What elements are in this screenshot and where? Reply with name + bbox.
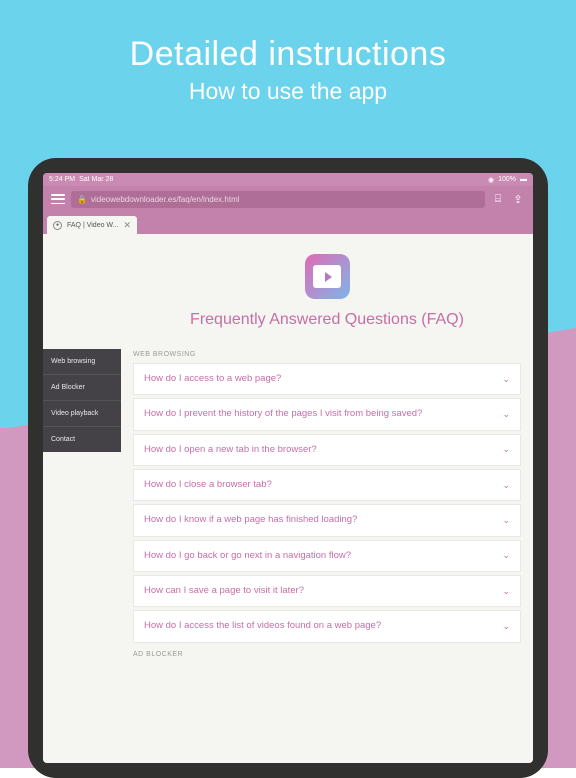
battery-text: 100% [498, 176, 516, 183]
url-text: videowebdownloader.es/faq/en/index.html [91, 195, 240, 204]
sidebar: Web browsing Ad Blocker Video playback C… [43, 234, 121, 763]
faq-item[interactable]: How do I access to a web page? ⌄ [133, 363, 521, 395]
browser-toolbar: 🔒 videowebdownloader.es/faq/en/index.htm… [43, 186, 533, 212]
faq-question: How do I know if a web page has finished… [144, 514, 365, 526]
page-content: Web browsing Ad Blocker Video playback C… [43, 234, 533, 763]
faq-item[interactable]: How do I know if a web page has finished… [133, 504, 521, 536]
tab-favicon: ● [53, 221, 62, 230]
chevron-down-icon: ⌄ [502, 480, 510, 491]
faq-item[interactable]: How do I access the list of videos found… [133, 610, 521, 642]
lock-icon: 🔒 [77, 195, 87, 204]
close-icon[interactable]: ✕ [124, 220, 132, 231]
faq-question: How do I open a new tab in the browser? [144, 444, 325, 456]
section-heading-web-browsing: WEB BROWSING [133, 351, 521, 358]
menu-icon[interactable] [51, 194, 65, 204]
promo-header: Detailed instructions How to use the app [0, 35, 576, 105]
url-bar[interactable]: 🔒 videowebdownloader.es/faq/en/index.htm… [71, 191, 485, 208]
faq-question: How do I go back or go next in a navigat… [144, 550, 359, 562]
chevron-down-icon: ⌄ [502, 621, 510, 632]
chevron-down-icon: ⌄ [502, 444, 510, 455]
sidebar-item-web-browsing[interactable]: Web browsing [43, 349, 121, 375]
faq-item[interactable]: How do I prevent the history of the page… [133, 398, 521, 430]
tablet-frame: 5:24 PM Sat Mar 28 ◉ 100% ▬ 🔒 videowebdo… [28, 158, 548, 778]
wifi-icon: ◉ [488, 176, 494, 184]
play-icon [325, 272, 332, 282]
promo-title: Detailed instructions [0, 35, 576, 74]
chevron-down-icon: ⌄ [502, 550, 510, 561]
faq-question: How can I save a page to visit it later? [144, 585, 312, 597]
faq-question: How do I access to a web page? [144, 373, 289, 385]
faq-item[interactable]: How do I open a new tab in the browser? … [133, 434, 521, 466]
screen: 5:24 PM Sat Mar 28 ◉ 100% ▬ 🔒 videowebdo… [43, 173, 533, 763]
status-date: Sat Mar 28 [79, 176, 113, 183]
share-icon[interactable]: ⇪ [511, 192, 525, 206]
cast-icon[interactable]: ⌸ [491, 192, 505, 206]
chevron-down-icon: ⌄ [502, 515, 510, 526]
sidebar-item-video-playback[interactable]: Video playback [43, 401, 121, 427]
faq-question: How do I access the list of videos found… [144, 620, 389, 632]
chevron-down-icon: ⌄ [502, 374, 510, 385]
sidebar-item-contact[interactable]: Contact [43, 427, 121, 452]
faq-item[interactable]: How do I go back or go next in a navigat… [133, 540, 521, 572]
faq-item[interactable]: How can I save a page to visit it later?… [133, 575, 521, 607]
section-heading-ad-blocker: AD BLOCKER [133, 651, 521, 658]
main-content: Frequently Answered Questions (FAQ) WEB … [121, 234, 533, 763]
faq-question: How do I prevent the history of the page… [144, 408, 430, 420]
faq-item[interactable]: How do I close a browser tab? ⌄ [133, 469, 521, 501]
sidebar-item-ad-blocker[interactable]: Ad Blocker [43, 375, 121, 401]
sidebar-nav: Web browsing Ad Blocker Video playback C… [43, 349, 121, 452]
chevron-down-icon: ⌄ [502, 586, 510, 597]
browser-tab[interactable]: ● FAQ | Video W... ✕ [47, 216, 137, 234]
app-logo [305, 254, 350, 299]
status-bar: 5:24 PM Sat Mar 28 ◉ 100% ▬ [43, 173, 533, 186]
chevron-down-icon: ⌄ [502, 409, 510, 420]
faq-question: How do I close a browser tab? [144, 479, 280, 491]
status-time: 5:24 PM [49, 176, 75, 183]
promo-subtitle: How to use the app [0, 78, 576, 105]
page-title: Frequently Answered Questions (FAQ) [133, 311, 521, 329]
battery-icon: ▬ [520, 176, 527, 183]
tab-label: FAQ | Video W... [67, 222, 119, 229]
tab-bar: ● FAQ | Video W... ✕ [43, 212, 533, 234]
